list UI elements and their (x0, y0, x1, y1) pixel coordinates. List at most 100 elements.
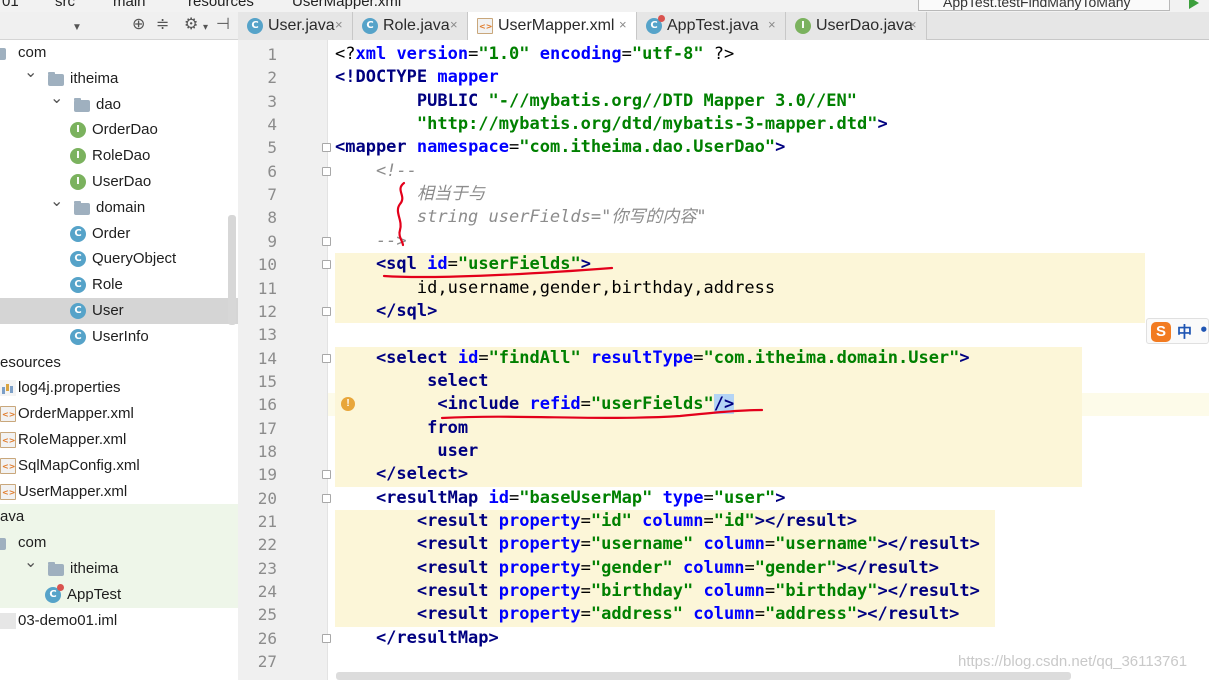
editor-tab[interactable]: C User.java × (238, 12, 353, 40)
breadcrumb-item[interactable]: 01 (2, 0, 19, 10)
fold-marker-icon[interactable] (322, 143, 331, 153)
code-token: xml (355, 44, 397, 64)
code-editor[interactable]: 1 2 3 4 5 6 7 8 9 10 11 12 13 14 15 16 17 18 19 20 21 22 23 24 2… (238, 40, 1209, 680)
tree-scrollbar[interactable] (228, 215, 236, 325)
dropdown-arrow-icon[interactable]: ▼ (72, 20, 82, 36)
code-token: "gender" (754, 557, 837, 578)
tree-item[interactable]: com (0, 530, 238, 557)
tree-item[interactable]: UserMapper.xml (0, 479, 238, 505)
line-number: 27 (257, 652, 277, 672)
tree-item[interactable]: ⌄ domain (0, 193, 238, 221)
xml-file-icon (0, 483, 16, 500)
tree-item[interactable]: 03-demo01.iml (0, 608, 238, 634)
tree-item[interactable]: I RoleDao (0, 143, 238, 169)
breadcrumb-item[interactable]: src (55, 0, 75, 10)
editor-tab[interactable]: UserMapper.xml × (468, 12, 637, 41)
input-method-indicator[interactable]: S 中 • (1146, 318, 1209, 344)
tree-item[interactable]: C UserInfo (0, 324, 238, 350)
code-token: string userFields="你写的内容" (335, 207, 707, 228)
module-file-icon (0, 612, 16, 629)
interface-icon: I (795, 18, 811, 34)
tree-item[interactable]: esources (0, 350, 238, 376)
test-class-icon: C (45, 583, 64, 603)
code-token: refid (529, 394, 581, 415)
tree-item[interactable]: OrderMapper.xml (0, 401, 238, 427)
run-icon[interactable] (1189, 0, 1199, 9)
editor-tab[interactable]: I UserDao.java × (786, 12, 927, 40)
tree-item[interactable]: ⌄ itheima (0, 555, 238, 582)
tree-item-label: OrderDao (92, 121, 158, 139)
editor-tab[interactable]: C AppTest.java × (637, 12, 786, 40)
gear-dropdown-icon[interactable]: ▾ (203, 20, 208, 36)
fold-marker-icon[interactable] (322, 166, 331, 176)
class-icon: C (70, 303, 86, 319)
tree-item[interactable]: I UserDao (0, 169, 238, 195)
code-token: <result (335, 557, 499, 578)
tree-item-label: RoleMapper.xml (18, 431, 127, 448)
editor-tab[interactable]: C Role.java × (353, 12, 468, 40)
class-icon: C (362, 18, 378, 34)
fold-marker-icon[interactable] (322, 493, 331, 503)
chevron-down-icon[interactable]: ⌄ (50, 193, 63, 209)
fold-marker-icon[interactable] (322, 353, 331, 363)
fold-marker-icon[interactable] (322, 633, 331, 643)
code-token: id (427, 254, 448, 275)
tree-item[interactable]: ⌄ itheima (0, 64, 238, 92)
code-token: --> (335, 230, 407, 251)
run-configuration-select[interactable]: AppTest.testFindManyToMany (918, 0, 1170, 11)
chevron-down-icon[interactable]: ⌄ (50, 90, 63, 106)
tree-item[interactable]: C Order (0, 221, 238, 247)
package-folder-icon (48, 562, 64, 576)
code-token: "findAll" (488, 347, 581, 368)
close-icon[interactable]: × (768, 17, 776, 32)
gear-icon[interactable]: ⚙ (184, 17, 198, 33)
tree-item[interactable]: C Role (0, 272, 238, 298)
tree-item[interactable]: ⌄ dao (0, 90, 238, 118)
close-icon[interactable]: × (335, 17, 343, 32)
chevron-down-icon[interactable]: ⌄ (24, 64, 37, 80)
breadcrumb-item[interactable]: resources (188, 0, 254, 10)
fold-marker-icon[interactable] (322, 470, 331, 480)
tree-item[interactable]: C User (0, 298, 238, 324)
code-token: = (580, 394, 591, 415)
code-token: <result (335, 581, 499, 602)
hide-panel-icon[interactable]: ⊣ (216, 17, 230, 33)
project-toolbar: ▼ ⊕ ≑ ⚙ ▾ ⊣ (0, 12, 238, 40)
fold-marker-icon[interactable] (322, 260, 331, 270)
code-token: column (693, 581, 765, 602)
code-token: = (447, 254, 458, 275)
tree-item-label: log4j.properties (18, 379, 121, 397)
tree-item-label: SqlMapConfig.xml (18, 456, 140, 474)
tree-item[interactable]: I OrderDao (0, 117, 238, 143)
code-token: "address" (590, 604, 684, 625)
breadcrumb-item[interactable]: main (113, 0, 146, 10)
code-token: = (764, 581, 776, 602)
tab-label: AppTest.java (667, 17, 759, 34)
code-token: from (335, 417, 469, 438)
tree-item[interactable]: log4j.properties (0, 375, 238, 401)
close-icon[interactable]: × (450, 17, 458, 32)
chevron-down-icon[interactable]: ⌄ (24, 555, 37, 571)
fold-marker-icon[interactable] (322, 236, 331, 246)
target-icon[interactable]: ⊕ (132, 17, 145, 33)
tree-item-label: User (92, 302, 124, 319)
tree-item-label: 03-demo01.iml (18, 611, 118, 629)
test-class-icon: C (646, 15, 665, 34)
fold-marker-icon[interactable] (322, 306, 331, 316)
tree-item[interactable]: C QueryObject (0, 246, 238, 272)
collapse-all-icon[interactable]: ≑ (156, 17, 169, 33)
editor-horizontal-scrollbar[interactable] (336, 672, 1071, 680)
tree-item[interactable]: C AppTest (0, 581, 238, 608)
close-icon[interactable]: × (619, 17, 627, 32)
tree-item[interactable]: com (0, 40, 238, 66)
breadcrumb-item[interactable]: UserMapper.xml (292, 0, 401, 10)
code-token: ></result> (877, 581, 980, 602)
tree-item[interactable]: SqlMapConfig.xml (0, 453, 238, 479)
xml-file-icon (0, 457, 16, 474)
code-token: "com.itheima.domain.User" (703, 347, 960, 368)
code-line: <result property="id" column="id"></resu… (335, 511, 857, 532)
tree-item[interactable]: RoleMapper.xml (0, 427, 238, 453)
close-icon[interactable]: × (909, 17, 917, 32)
code-token: = (468, 44, 479, 64)
tree-item[interactable]: ava (0, 504, 238, 531)
